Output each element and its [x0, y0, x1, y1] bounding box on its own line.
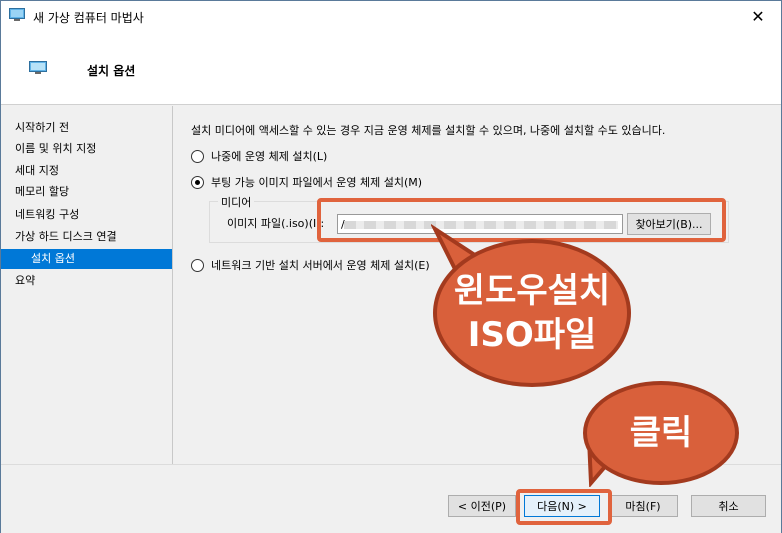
sidebar-item-name-location[interactable]: 이름 및 위치 지정	[1, 139, 172, 159]
option-install-from-image[interactable]: 부팅 가능 이미지 파일에서 운영 체제 설치(M)	[191, 174, 422, 190]
callout-text: 클릭	[629, 413, 693, 453]
option-label: 네트워크 기반 설치 서버에서 운영 체제 설치(E)	[211, 259, 430, 272]
description-text: 설치 미디어에 액세스할 수 있는 경우 지금 운영 체제를 설치할 수 있으며…	[191, 124, 666, 137]
option-label: 부팅 가능 이미지 파일에서 운영 체제 설치(M)	[211, 176, 423, 189]
page-header: 설치 옵션	[1, 31, 781, 105]
sidebar-item-generation[interactable]: 세대 지정	[1, 161, 172, 181]
monitor-icon	[29, 61, 47, 74]
finish-button[interactable]: 마침(F)	[608, 495, 678, 517]
iso-highlight-box	[317, 198, 726, 242]
radio-checked-icon[interactable]	[191, 175, 204, 189]
option-label: 나중에 운영 체제 설치(L)	[211, 150, 328, 163]
wizard-window: 새 가상 컴퓨터 마법사 ✕ 설치 옵션 시작하기 전 이름 및 위치 지정 세…	[0, 0, 782, 533]
option-install-later[interactable]: 나중에 운영 체제 설치(L)	[191, 148, 327, 164]
callout-text-line2: ISO파일	[467, 315, 597, 355]
radio-icon[interactable]	[191, 258, 204, 272]
sidebar-item-summary[interactable]: 요약	[1, 271, 172, 291]
window-title: 새 가상 컴퓨터 마법사	[33, 11, 144, 25]
image-file-label: 이미지 파일(.iso)(I):	[227, 217, 325, 230]
sidebar-item-install-options[interactable]: 설치 옵션	[1, 249, 172, 269]
sidebar-item-memory[interactable]: 메모리 할당	[1, 182, 172, 202]
close-icon: ✕	[751, 6, 765, 26]
page-title: 설치 옵션	[87, 64, 136, 78]
radio-icon[interactable]	[191, 149, 204, 163]
media-legend: 미디어	[218, 194, 255, 210]
sidebar-item-before-begin[interactable]: 시작하기 전	[1, 118, 172, 138]
sidebar-item-virtual-disk[interactable]: 가상 하드 디스크 연결	[1, 227, 172, 247]
wizard-steps-nav: 시작하기 전 이름 및 위치 지정 세대 지정 메모리 할당 네트워킹 구성 가…	[1, 106, 173, 464]
next-highlight-box	[516, 489, 612, 525]
click-callout-bubble: 클릭	[583, 381, 739, 485]
iso-callout-bubble: 윈도우설치 ISO파일	[433, 239, 631, 387]
option-install-network[interactable]: 네트워크 기반 설치 서버에서 운영 체제 설치(E)	[191, 257, 430, 273]
sidebar-item-networking[interactable]: 네트워킹 구성	[1, 205, 172, 225]
prev-button[interactable]: < 이전(P)	[448, 495, 516, 517]
callout-text-line1: 윈도우설치	[453, 271, 611, 311]
cancel-button[interactable]: 취소	[691, 495, 766, 517]
close-button[interactable]: ✕	[735, 1, 781, 31]
title-bar: 새 가상 컴퓨터 마법사 ✕	[1, 1, 781, 31]
monitor-icon	[9, 8, 25, 21]
